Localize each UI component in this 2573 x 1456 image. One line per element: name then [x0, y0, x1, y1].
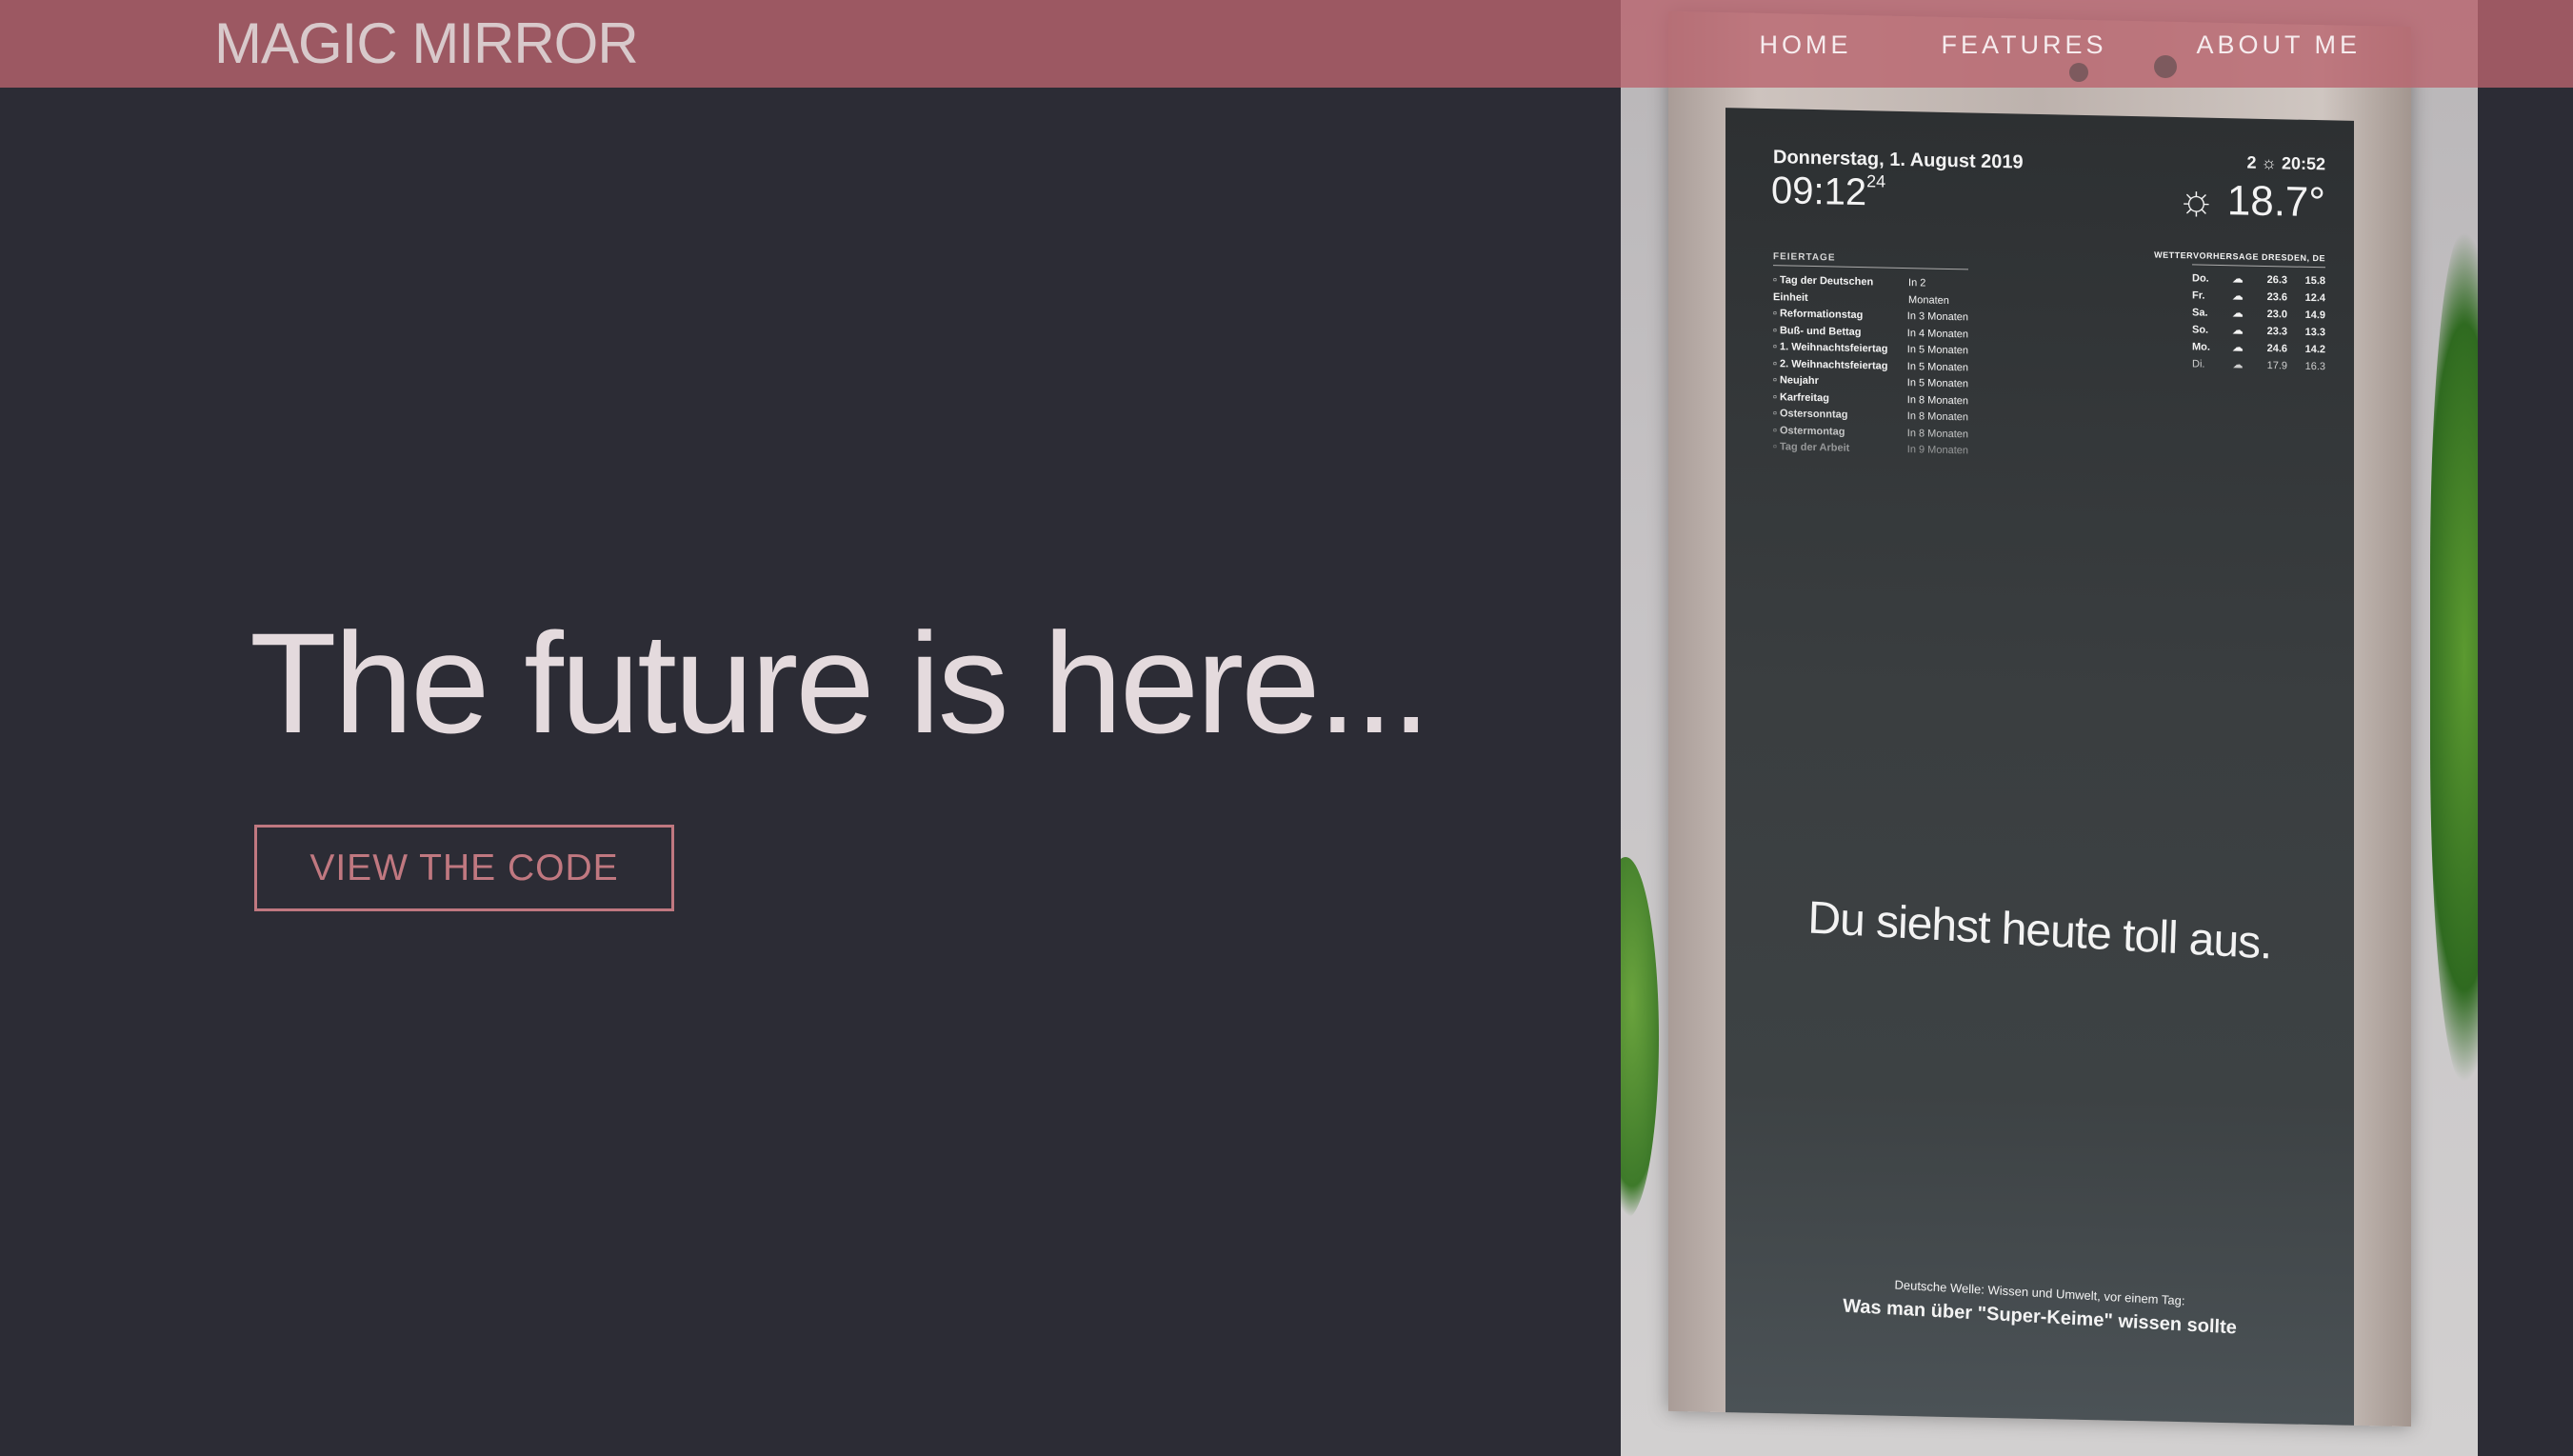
- calendar-row: Tag der Deutschen EinheitIn 2 Monaten: [1773, 272, 1968, 309]
- calendar-when: In 2 Monaten: [1908, 277, 1949, 307]
- forecast-list: Do. ☁ 26.3 15.8 Fr. ☁ 23.6 12.4 Sa. ☁ 23.0 14.9 S…: [2192, 269, 2325, 375]
- forecast-high: 26.3: [2266, 273, 2287, 287]
- forecast-high: 17.9: [2266, 359, 2287, 372]
- forecast-low: 15.8: [2304, 274, 2325, 288]
- weather-current-summary: 2 ☼ 20:52: [2246, 152, 2325, 174]
- calendar-event: Tag der Arbeit: [1773, 439, 1849, 457]
- magic-mirror-photo: Donnerstag, 1. August 2019 09:1224 FEIER…: [1621, 0, 2478, 1456]
- cloud-sun-icon: ☁: [2232, 325, 2244, 337]
- forecast-low: 14.9: [2304, 309, 2325, 322]
- cloud-rain-icon: ☁: [2232, 359, 2244, 371]
- mirror-time: 09:12: [1771, 170, 1867, 214]
- forecast-high: 23.3: [2266, 325, 2287, 338]
- forecast-row: Di. ☁ 17.9 16.3: [2192, 355, 2325, 375]
- forecast-day: So.: [2192, 324, 2209, 336]
- nav-links: HOME FEATURES ABOUT ME: [1759, 29, 2361, 61]
- brand-logo[interactable]: MAGIC MIRROR: [214, 13, 639, 74]
- nav-link-about-me[interactable]: ABOUT ME: [2196, 29, 2361, 61]
- page-edge: [2478, 0, 2573, 1456]
- forecast-day: Do.: [2192, 272, 2209, 285]
- plant-leaves: [2430, 229, 2478, 1086]
- mirror-clock: 09:1224: [1771, 170, 1885, 215]
- mirror-screen: Donnerstag, 1. August 2019 09:1224 FEIER…: [1725, 108, 2354, 1426]
- calendar-event: Reformationstag: [1773, 306, 1863, 324]
- forecast-low: 12.4: [2304, 291, 2325, 305]
- calendar-when: In 5 Monaten: [1906, 344, 1968, 357]
- nav-link-features[interactable]: FEATURES: [1941, 29, 2106, 61]
- forecast-high: 23.0: [2266, 308, 2287, 321]
- calendar-list: Tag der Deutschen EinheitIn 2 Monaten Re…: [1773, 272, 1968, 460]
- weather-temperature: ☼ 18.7°: [2177, 176, 2325, 227]
- forecast-divider: [2192, 264, 2325, 269]
- calendar-event: Ostersonntag: [1773, 406, 1848, 424]
- calendar-divider: [1773, 265, 1968, 270]
- forecast-day: Di.: [2192, 358, 2205, 370]
- calendar-when: In 3 Monaten: [1906, 310, 1968, 324]
- camera-dot: [2154, 55, 2177, 78]
- calendar-event: Tag der Deutschen Einheit: [1773, 272, 1908, 309]
- calendar-when: In 9 Monaten: [1906, 444, 1968, 457]
- nav-link-home[interactable]: HOME: [1759, 29, 1851, 61]
- calendar-title: FEIERTAGE: [1773, 251, 1836, 264]
- calendar-when: In 4 Monaten: [1906, 327, 1968, 340]
- forecast-low: 16.3: [2304, 360, 2325, 373]
- forecast-low: 13.3: [2304, 326, 2325, 339]
- calendar-event: Karfreitag: [1773, 389, 1829, 408]
- cloud-sun-icon: ☁: [2232, 308, 2244, 320]
- calendar-when: In 5 Monaten: [1906, 360, 1968, 373]
- mirror-seconds: 24: [1866, 171, 1886, 191]
- mirror-frame: Donnerstag, 1. August 2019 09:1224 FEIER…: [1668, 10, 2411, 1427]
- cloud-sun-icon: ☁: [2232, 342, 2244, 354]
- forecast-day: Fr.: [2192, 289, 2205, 302]
- calendar-event: Buß- und Bettag: [1773, 323, 1862, 341]
- calendar-row: Tag der Arbeit In 9 Monaten: [1773, 439, 1968, 460]
- forecast-high: 23.6: [2266, 290, 2287, 304]
- forecast-low: 14.2: [2304, 343, 2325, 356]
- plant-leaves: [1621, 857, 1659, 1219]
- forecast-high: 24.6: [2266, 342, 2287, 355]
- calendar-when: In 8 Monaten: [1906, 427, 1968, 440]
- hero-title: The future is here...: [249, 603, 1431, 763]
- forecast-day: Sa.: [2192, 307, 2208, 319]
- calendar-event: Ostermontag: [1773, 423, 1845, 441]
- calendar-when: In 8 Monaten: [1906, 410, 1968, 424]
- camera-dot: [2069, 63, 2088, 82]
- view-code-button[interactable]: VIEW THE CODE: [254, 825, 674, 911]
- forecast-day: Mo.: [2192, 341, 2210, 353]
- cloud-sun-icon: ☁: [2232, 273, 2244, 286]
- mirror-compliment: Du siehst heute toll aus.: [1806, 892, 2273, 969]
- calendar-when: In 5 Monaten: [1906, 377, 1968, 390]
- cloud-sun-icon: ☁: [2232, 290, 2244, 303]
- forecast-title: WETTERVORHERSAGE DRESDEN, DE: [2154, 249, 2325, 264]
- calendar-when: In 8 Monaten: [1906, 393, 1968, 407]
- navbar: MAGIC MIRROR HOME FEATURES ABOUT ME: [0, 0, 2573, 88]
- calendar-event: Neujahr: [1773, 372, 1819, 390]
